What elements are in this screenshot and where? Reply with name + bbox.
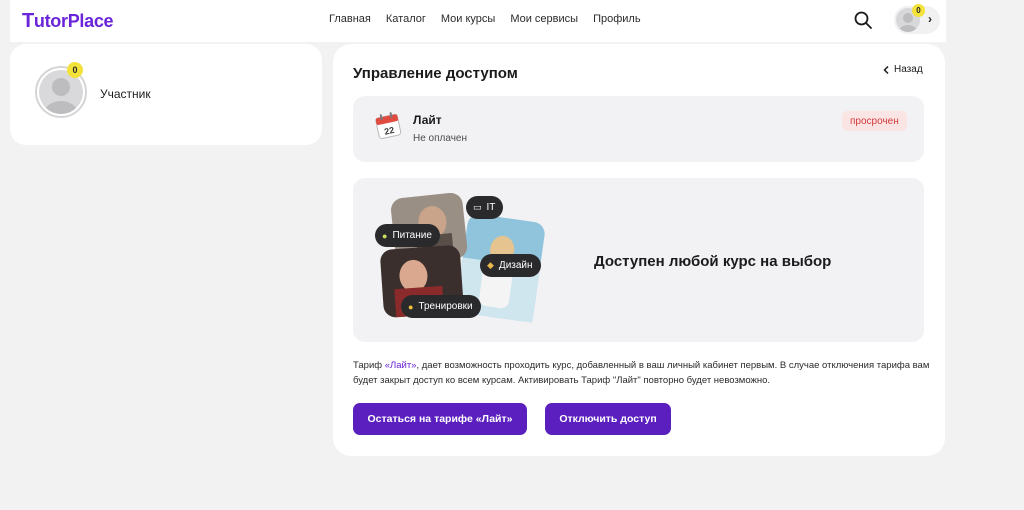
back-label: Назад	[894, 64, 923, 75]
chip-nutrition: ● Питание	[375, 224, 440, 247]
medal-icon: ●	[408, 301, 414, 312]
search-icon[interactable]	[853, 10, 873, 30]
monitor-icon: ▭	[473, 202, 482, 212]
tariff-card: 22 Лайт Не оплачен просрочен	[353, 96, 924, 162]
description-text: , дает возможность проходить курс, добав…	[353, 360, 930, 386]
description-prefix: Тариф	[353, 360, 385, 371]
points-badge: 0	[912, 4, 925, 17]
profile-name: Участник	[100, 87, 151, 101]
back-button[interactable]: Назад	[883, 64, 923, 75]
logo[interactable]: TutorPlace	[22, 10, 114, 33]
nav-item-home[interactable]: Главная	[329, 13, 371, 25]
tariff-description: Тариф «Лайт», дает возможность проходить…	[353, 358, 933, 388]
stay-on-tariff-button[interactable]: Остаться на тарифе «Лайт»	[353, 403, 527, 435]
chip-it: ▭ IT	[466, 196, 504, 219]
profile-card: 0 Участник	[10, 44, 322, 145]
access-management-card: Управление доступом Назад 22 Лайт Не опл…	[333, 44, 945, 456]
user-menu-button[interactable]: 0 ›	[894, 4, 940, 34]
calendar-icon: 22	[373, 110, 403, 140]
chip-design: ◆ Дизайн	[480, 254, 541, 277]
disable-access-button[interactable]: Отключить доступ	[545, 403, 671, 435]
nav-item-my-courses[interactable]: Мои курсы	[441, 13, 495, 25]
palette-icon: ◆	[487, 260, 494, 270]
calendar-day: 22	[383, 125, 395, 137]
status-badge: просрочен	[842, 111, 907, 131]
tariff-name: Лайт	[413, 113, 442, 127]
tariff-link[interactable]: «Лайт»	[385, 360, 417, 371]
payment-status: Не оплачен	[413, 133, 468, 144]
nav-item-my-services[interactable]: Мои сервисы	[510, 13, 578, 25]
profile-points-badge: 0	[67, 62, 83, 78]
logo-initial: T	[22, 10, 34, 32]
chevron-right-icon: ›	[928, 12, 932, 26]
nav-item-profile[interactable]: Профиль	[593, 13, 641, 25]
chevron-left-icon	[883, 65, 889, 74]
page-title: Управление доступом	[353, 65, 518, 82]
logo-text: utorPlace	[33, 11, 114, 31]
avocado-icon: ●	[382, 230, 388, 241]
promo-banner: ▭ IT ● Питание ◆ Дизайн ● Тренировки Дос…	[353, 178, 924, 342]
top-header: TutorPlace Главная Каталог Мои курсы Мои…	[10, 0, 946, 42]
nav-item-catalog[interactable]: Каталог	[386, 13, 426, 25]
main-nav: Главная Каталог Мои курсы Мои сервисы Пр…	[329, 13, 641, 25]
promo-headline: Доступен любой курс на выбор	[594, 253, 832, 270]
chip-workouts: ● Тренировки	[401, 295, 481, 318]
